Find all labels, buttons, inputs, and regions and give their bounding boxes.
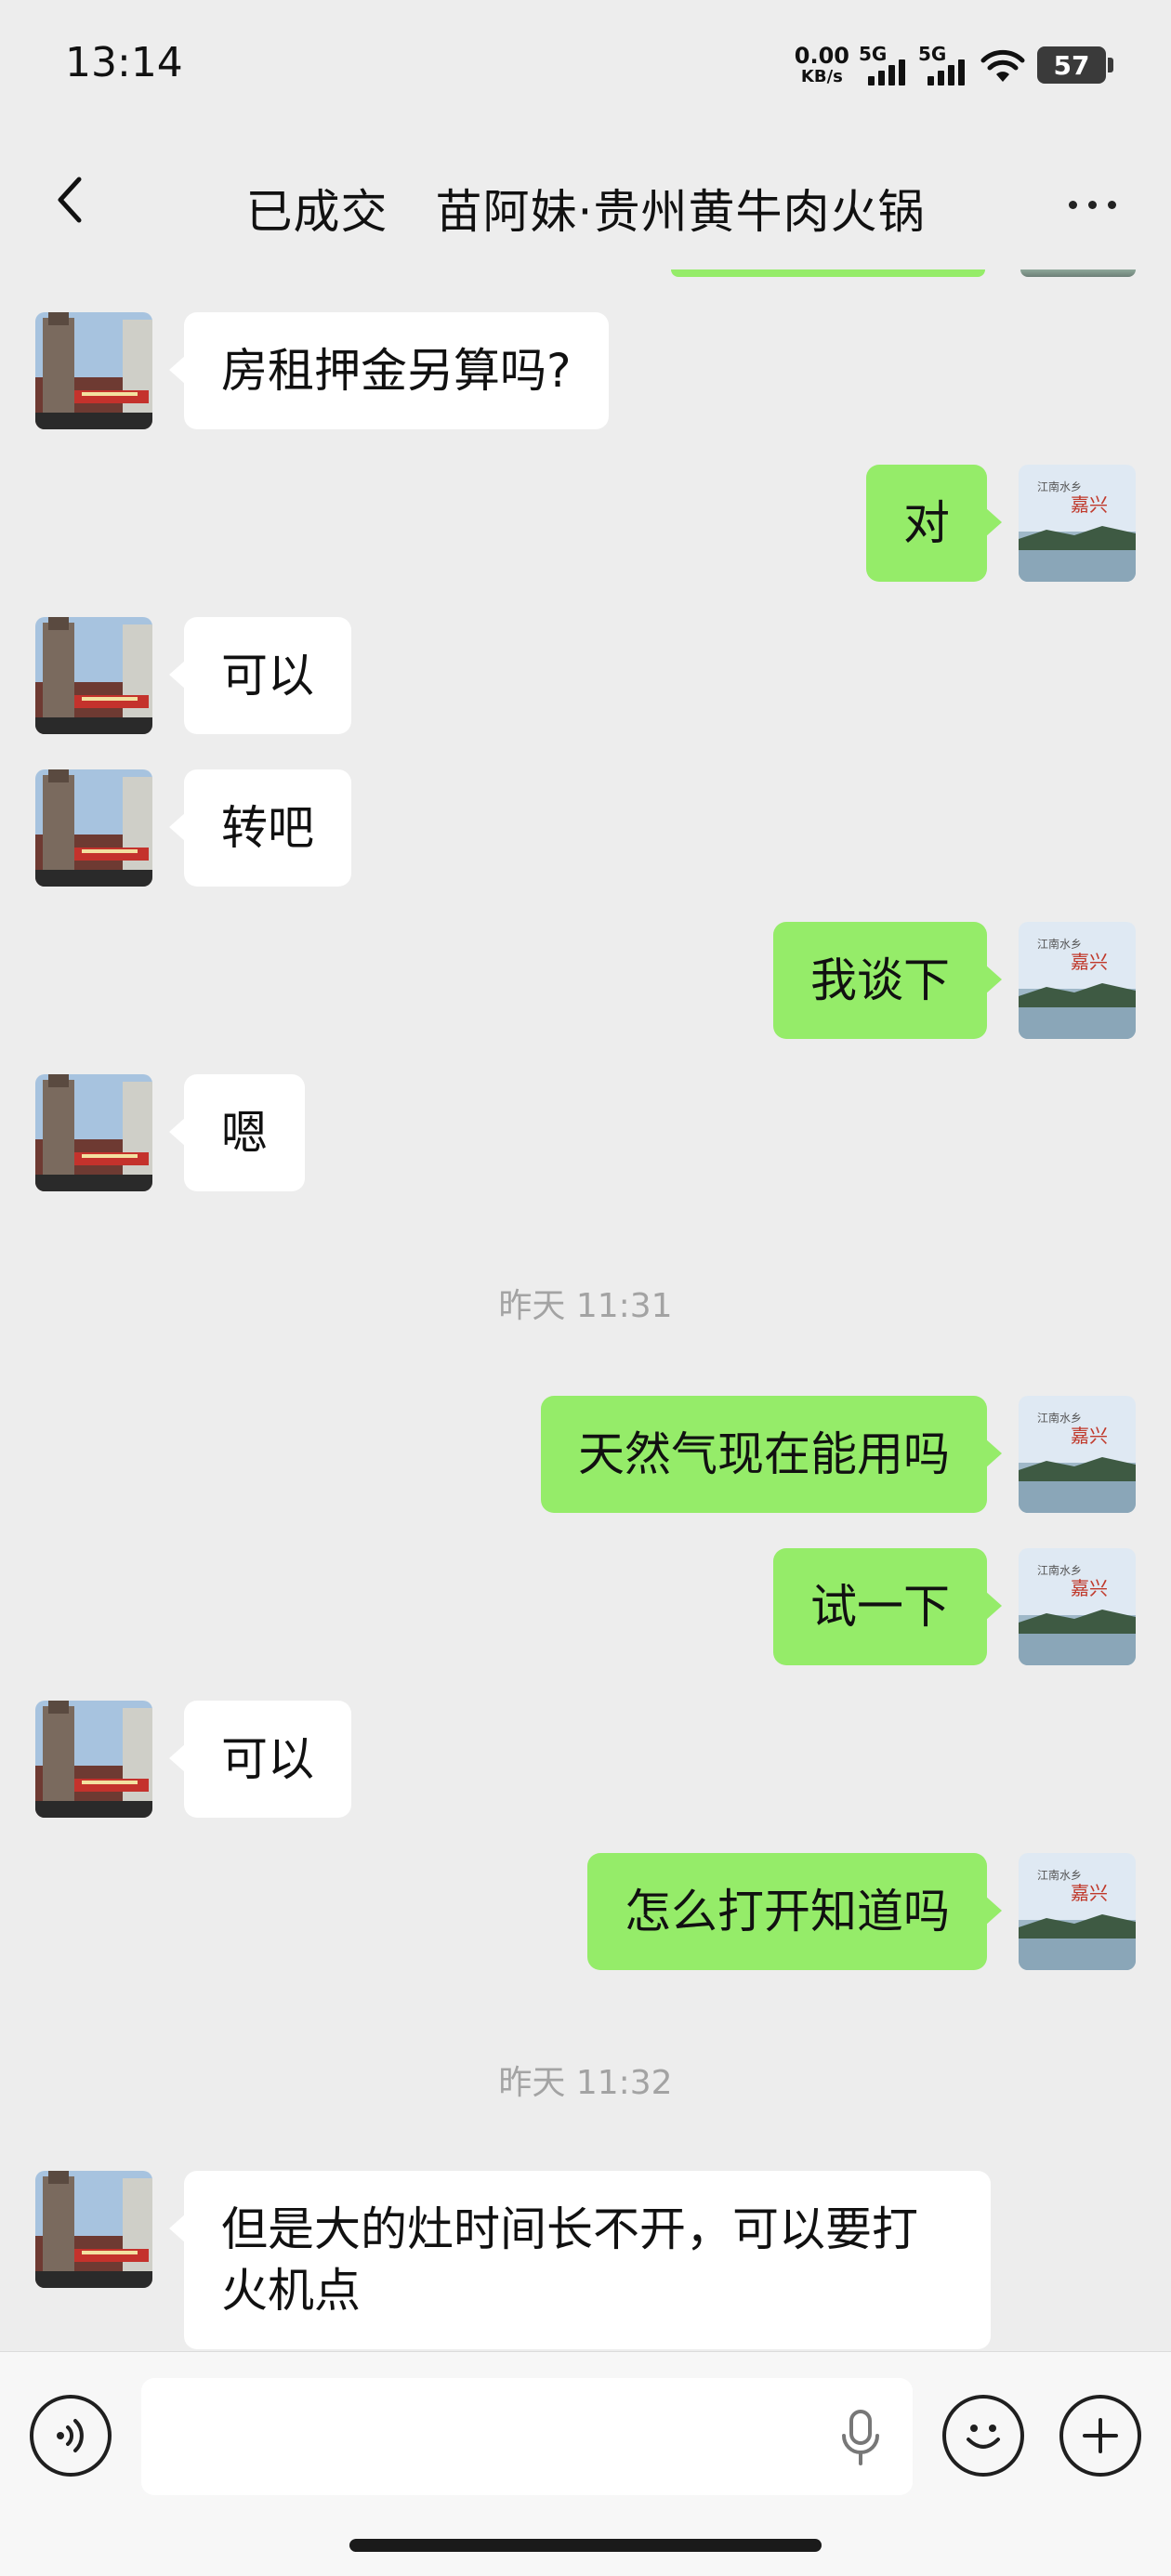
status-time: 13:14 — [65, 39, 183, 86]
battery-level: 57 — [1053, 49, 1090, 81]
my-avatar[interactable]: 江南水乡 嘉兴 — [1019, 1396, 1136, 1513]
mic-button[interactable] — [833, 2406, 888, 2471]
emoji-button[interactable] — [942, 2395, 1024, 2477]
message-bubble[interactable]: 可以 — [169, 1701, 351, 1818]
message-bubble[interactable]: 我谈下 — [773, 922, 1002, 1039]
mic-icon — [842, 2410, 879, 2465]
message-bubble[interactable]: 房租押金另算吗? — [169, 312, 609, 429]
svg-text:江南水乡: 江南水乡 — [1037, 937, 1082, 951]
network-speed: 0.00 KB/s — [795, 45, 849, 85]
contact-avatar[interactable] — [35, 617, 152, 734]
message-timestamp: 昨天 11:31 — [498, 1287, 673, 1325]
svg-text:江南水乡: 江南水乡 — [1037, 1868, 1082, 1882]
emoji-icon — [967, 2425, 1000, 2449]
chat-title: 已成交 苗阿妹·贵州黄牛肉火锅 — [245, 185, 926, 239]
svg-text:嘉兴: 嘉兴 — [1071, 1425, 1108, 1447]
chat-header: 已成交 苗阿妹·贵州黄牛肉火锅 — [0, 130, 1171, 269]
message-input[interactable] — [141, 2378, 913, 2495]
my-avatar[interactable]: 江南水乡 嘉兴 — [1019, 1853, 1136, 1970]
contact-avatar[interactable] — [35, 2171, 152, 2288]
svg-text:江南水乡: 江南水乡 — [1037, 1563, 1082, 1577]
message-timestamp: 昨天 11:32 — [498, 2064, 673, 2102]
signal-icon: 5G — [859, 43, 909, 87]
message-bubble[interactable]: 怎么打开知道吗 — [587, 1853, 1002, 1970]
voice-button[interactable] — [30, 2395, 112, 2477]
battery-icon: 57 — [1037, 46, 1113, 84]
svg-text:嘉兴: 嘉兴 — [1071, 1882, 1108, 1904]
partial-bubble — [671, 269, 985, 277]
message-bubble[interactable]: 天然气现在能用吗 — [541, 1396, 1002, 1513]
status-icons: 0.00 KB/s 5G 5G 57 — [795, 37, 1113, 93]
my-avatar[interactable]: 江南水乡 嘉兴 — [1019, 465, 1136, 582]
my-avatar[interactable]: 江南水乡 嘉兴 — [1019, 1548, 1136, 1665]
contact-avatar[interactable] — [35, 1074, 152, 1191]
more-button[interactable] — [1059, 177, 1125, 232]
more-dots-icon — [1068, 200, 1077, 209]
home-indicator[interactable] — [349, 2539, 822, 2552]
message-bubble[interactable]: 嗯 — [169, 1074, 305, 1191]
message-bubble[interactable]: 试一下 — [773, 1548, 1002, 1665]
message-bubble[interactable]: 转吧 — [169, 769, 351, 887]
contact-avatar[interactable] — [35, 1701, 152, 1818]
message-bubble[interactable]: 对 — [866, 465, 1002, 582]
partial-avatar — [1020, 269, 1136, 277]
status-bar: 13:14 0.00 KB/s 5G 5G 57 — [0, 0, 1171, 130]
svg-text:江南水乡: 江南水乡 — [1037, 480, 1082, 493]
contact-avatar[interactable] — [35, 312, 152, 429]
plus-icon — [1083, 2418, 1118, 2453]
signal-icon: 5G — [918, 43, 968, 87]
message-list[interactable]: 房租押金另算吗? 江南水乡 嘉兴 对 可以 转吧 江南水乡 嘉兴 我谈下 嗯 昨天 … — [0, 269, 1171, 2351]
message-bubble[interactable]: 可以 — [169, 617, 351, 734]
network-speed-value: 0.00 — [794, 43, 849, 69]
more-functions-button[interactable] — [1059, 2395, 1141, 2477]
voice-icon — [57, 2419, 84, 2452]
svg-text:嘉兴: 嘉兴 — [1071, 493, 1108, 516]
network-speed-unit: KB/s — [800, 67, 843, 86]
wifi-icon — [978, 46, 1028, 84]
my-avatar[interactable]: 江南水乡 嘉兴 — [1019, 922, 1136, 1039]
svg-text:嘉兴: 嘉兴 — [1071, 1577, 1108, 1599]
svg-text:江南水乡: 江南水乡 — [1037, 1411, 1082, 1425]
contact-avatar[interactable] — [35, 769, 152, 887]
svg-text:嘉兴: 嘉兴 — [1071, 951, 1108, 973]
message-bubble[interactable]: 但是大的灶时间长不开，可以要打火机点 — [169, 2171, 991, 2349]
